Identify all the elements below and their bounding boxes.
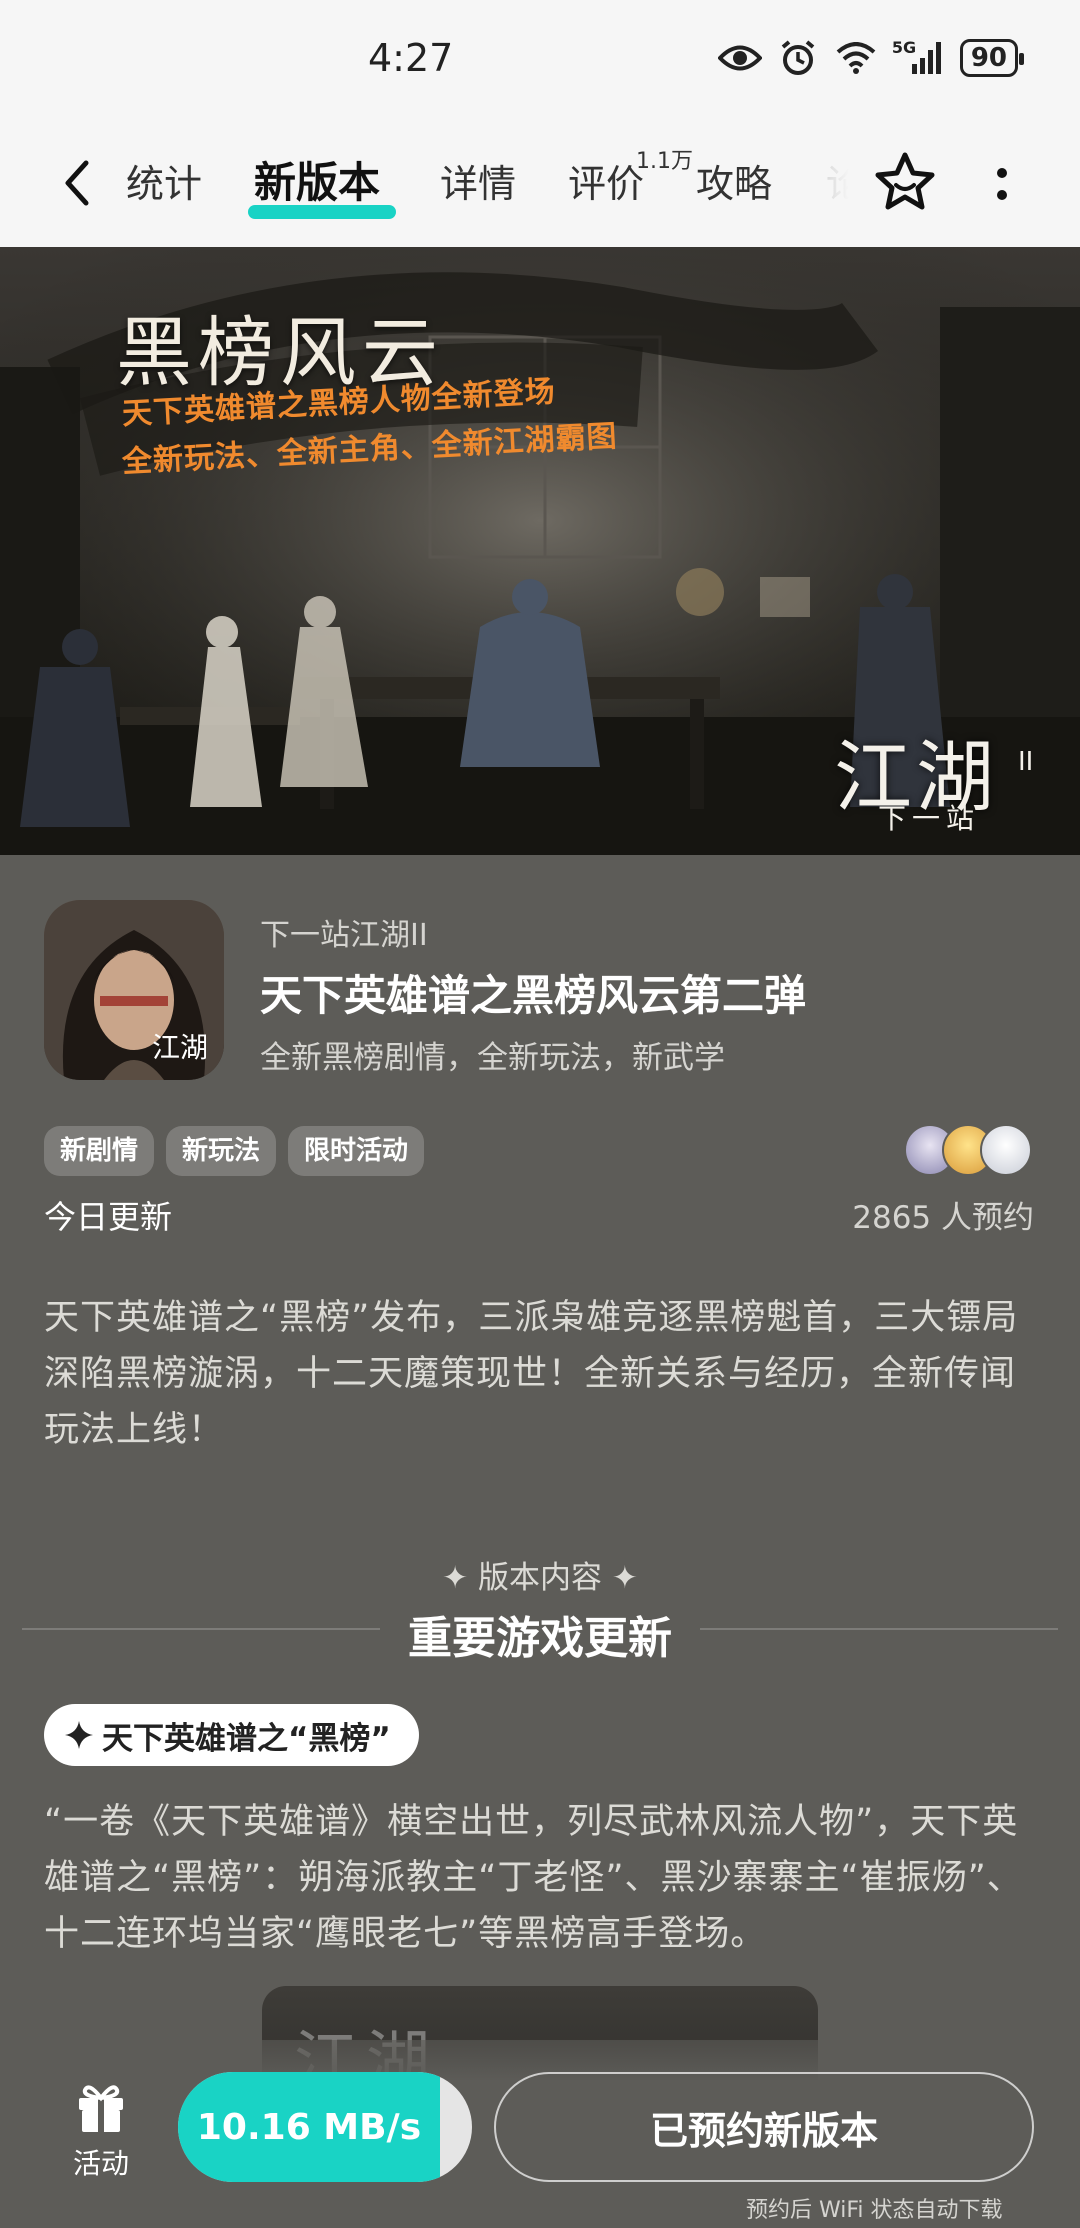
section-title: 重要游戏更新 <box>408 1613 672 1664</box>
reserved-button[interactable]: 已预约新版本 <box>494 2072 1034 2182</box>
alarm-icon <box>776 38 820 78</box>
dot <box>997 190 1007 200</box>
reserver-avatars <box>904 1124 1034 1176</box>
update-title: 天下英雄谱之黑榜风云第二弹 <box>260 971 807 1020</box>
activity-button[interactable]: 活动 <box>58 2080 144 2182</box>
favorite-button[interactable] <box>872 149 938 215</box>
game-logo-numeral: II <box>1018 747 1034 777</box>
sparkle-icon <box>65 1721 93 1749</box>
update-intro: 天下英雄谱之“黑榜”发布，三派枭雄竞逐黑榜魁首，三大镖局深陷黑榜漩涡，十二天魔策… <box>44 1298 1019 1450</box>
tab-guides[interactable]: 攻略 <box>696 153 772 208</box>
tab-new-version[interactable]: 新版本 <box>254 149 380 210</box>
more-options-button[interactable] <box>984 151 1020 217</box>
section-kicker: ✦ 版本内容 ✦ <box>442 1560 638 1596</box>
status-time: 4:27 <box>368 36 454 80</box>
nav-bar: 统计 新版本 详情 评价 1.1万 攻略 论 <box>0 125 1080 247</box>
tab-stats[interactable]: 统计 <box>126 153 202 208</box>
download-progress-button[interactable]: 10.16 MB/s <box>178 2072 472 2182</box>
battery-indicator: 90 <box>959 39 1025 77</box>
update-description: 全新黑榜剧情，全新玩法，新武学 <box>260 1040 725 1076</box>
update-tags: 新剧情 新玩法 限时活动 <box>44 1126 425 1176</box>
back-button[interactable] <box>52 153 102 213</box>
eye-icon <box>717 38 762 78</box>
tab-reviews[interactable]: 评价 <box>568 153 644 208</box>
feature-body: “一卷《天下英雄谱》横空出世，列尽武林风流人物”，天下英雄谱之“黑榜”：朔海派教… <box>44 1802 1023 1954</box>
app-icon[interactable]: 江湖 <box>44 900 224 1080</box>
update-date: 今日更新 <box>44 1198 173 1236</box>
tag-new-story: 新剧情 <box>44 1126 155 1176</box>
wifi-icon <box>834 38 878 78</box>
chevron-left-icon <box>65 160 89 206</box>
dot <box>997 168 1007 178</box>
game-logo-subtitle: 下一站 <box>878 802 981 835</box>
feature-pill: 天下英雄谱之“黑榜” <box>44 1704 419 1766</box>
app-name[interactable]: 下一站江湖II <box>260 910 428 954</box>
network-type: 5G <box>891 38 917 57</box>
tab-details[interactable]: 详情 <box>440 153 516 208</box>
reserve-count: 2865 人预约 <box>852 1200 1034 1236</box>
avatar <box>980 1124 1032 1176</box>
wifi-download-note: 预约后 WiFi 状态自动下载 <box>746 2198 1003 2223</box>
tag-new-gameplay: 新玩法 <box>166 1126 277 1176</box>
battery-level: 90 <box>970 43 1007 73</box>
cellular-signal-icon: 5G <box>892 38 946 78</box>
app-icon-logo: 江湖 <box>151 1031 208 1064</box>
star-icon <box>875 152 935 210</box>
reviews-count-badge: 1.1万 <box>636 149 693 174</box>
bottom-action-bar: 活动 10.16 MB/s 已预约新版本 预约后 WiFi 状态自动下载 <box>0 2040 1080 2228</box>
feature-pill-label: 天下英雄谱之“黑榜” <box>102 1720 391 1757</box>
download-speed: 10.16 MB/s <box>196 2106 422 2148</box>
status-icons: 5G 90 <box>717 38 1025 78</box>
activity-label: 活动 <box>72 2147 129 2180</box>
tag-limited-event: 限时活动 <box>288 1126 425 1176</box>
tab-fade-mask <box>800 145 870 225</box>
banner-image: 黑榜风云 天下英雄谱之黑榜人物全新登场 全新玩法、全新主角、全新江湖霸图 江湖 … <box>0 247 1080 855</box>
gift-icon <box>79 2085 123 2132</box>
status-bar: 4:27 5G 90 <box>0 0 1080 125</box>
